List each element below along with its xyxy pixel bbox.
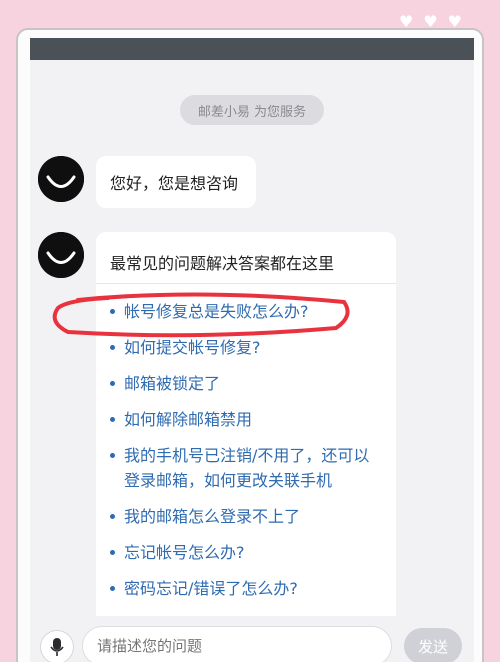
greeting-text: 您好，您是想咨询	[110, 174, 239, 193]
greeting-bubble: 您好，您是想咨询	[96, 156, 256, 208]
faq-item[interactable]: 忘记帐号怎么办?	[96, 540, 396, 565]
faq-item[interactable]: 我的手机号已注销/不用了，还可以登录邮箱，如何更改关联手机	[96, 443, 396, 493]
faq-item[interactable]: 如何解除邮箱禁用	[96, 407, 396, 432]
bot-avatar	[38, 232, 84, 278]
service-banner: 邮差小易 为您服务	[180, 95, 324, 125]
faq-header: 最常见的问题解决答案都在这里	[96, 232, 396, 284]
faq-list: 帐号修复总是失败怎么办? 如何提交帐号修复? 邮箱被锁定了 如何解除邮箱禁用 我…	[96, 284, 396, 601]
faq-item[interactable]: 如何提交帐号修复?	[96, 335, 396, 360]
voice-button[interactable]	[40, 630, 74, 662]
chat-window-frame: 邮差小易 为您服务 您好，您是想咨询 最常见的问题解决答案都在这里 帐号修复总是…	[16, 28, 484, 662]
message-input[interactable]	[82, 626, 392, 662]
input-bar: 发送	[30, 616, 474, 662]
smile-face-icon	[38, 156, 84, 202]
bot-avatar	[38, 156, 84, 202]
faq-item[interactable]: 邮箱被锁定了	[96, 371, 396, 396]
microphone-icon	[50, 638, 64, 656]
top-bar	[30, 38, 474, 60]
send-button[interactable]: 发送	[404, 628, 462, 662]
faq-bubble: 最常见的问题解决答案都在这里 帐号修复总是失败怎么办? 如何提交帐号修复? 邮箱…	[96, 232, 396, 652]
faq-item[interactable]: 我的邮箱怎么登录不上了	[96, 504, 396, 529]
faq-item[interactable]: 帐号修复总是失败怎么办?	[96, 299, 396, 324]
smile-face-icon	[38, 232, 84, 278]
faq-item[interactable]: 密码忘记/错误了怎么办?	[96, 576, 396, 601]
chat-panel: 邮差小易 为您服务 您好，您是想咨询 最常见的问题解决答案都在这里 帐号修复总是…	[30, 38, 474, 662]
